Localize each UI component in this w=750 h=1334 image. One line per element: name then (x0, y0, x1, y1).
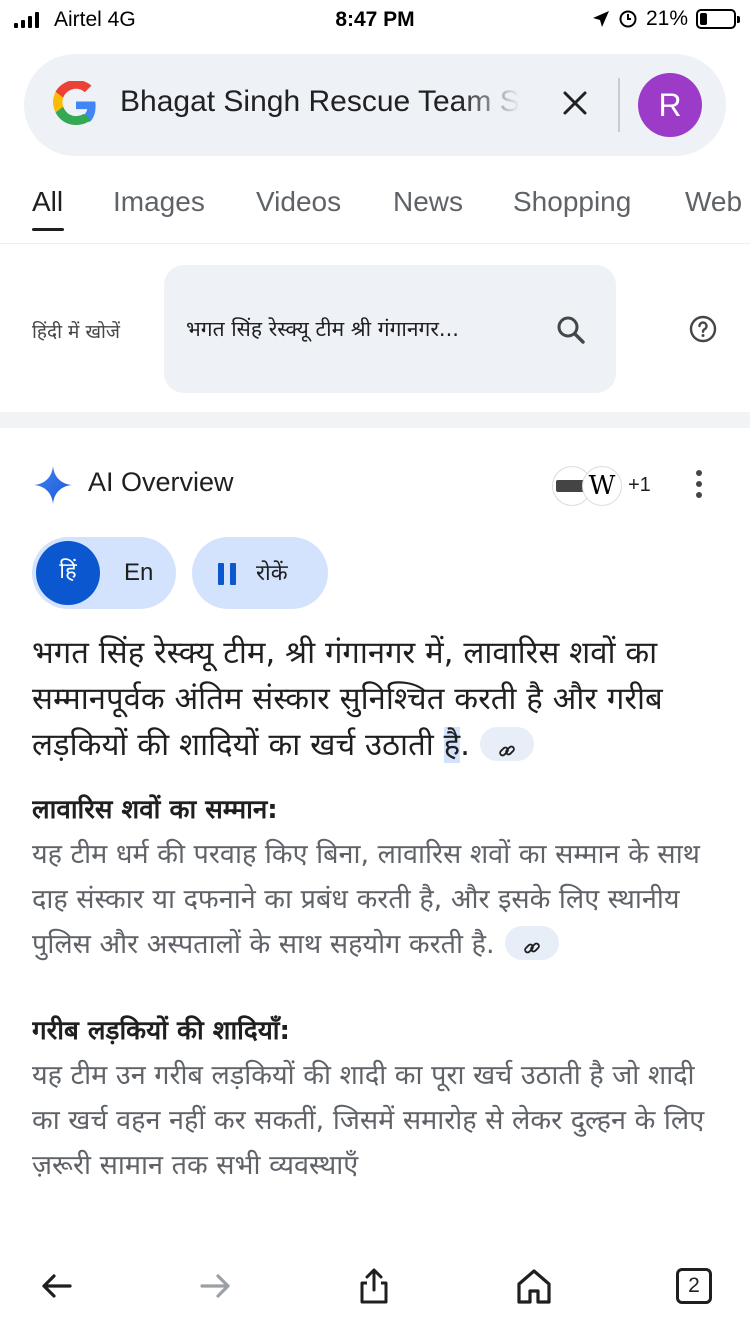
help-icon[interactable] (688, 314, 718, 344)
hindi-search-box[interactable]: भगत सिंह रेस्क्यू टीम श्री गंगानगर... (164, 265, 616, 393)
language-toggle[interactable]: हिं En (32, 537, 176, 609)
section-body: यह टीम उन गरीब लड़कियों की शादी का पूरा … (32, 1060, 705, 1181)
section-divider (0, 412, 750, 428)
sparkle-icon (34, 466, 72, 504)
more-icon[interactable] (694, 470, 704, 500)
search-divider (618, 78, 620, 132)
more-sources-count[interactable]: +1 (628, 474, 651, 497)
home-icon[interactable] (514, 1266, 554, 1306)
search-icon[interactable] (554, 313, 588, 347)
pause-button[interactable]: रोकें (192, 537, 328, 609)
citation-link-button[interactable] (479, 726, 534, 761)
location-icon (592, 11, 609, 27)
tab-web[interactable]: Web (685, 186, 742, 218)
overview-intro-end: . (460, 727, 470, 763)
hindi-search-row: हिंदी में खोजें भगत सिंह रेस्क्यू टीम श्… (0, 262, 750, 402)
section-heading: गरीब लड़कियों की शादियाँ: (32, 1016, 290, 1046)
ai-overview-title: AI Overview (88, 467, 234, 497)
battery-percent: 21% (645, 7, 688, 30)
share-icon[interactable] (354, 1266, 394, 1306)
search-bar[interactable]: Bhagat Singh Rescue Team Shri Ganganagar… (24, 54, 726, 156)
status-indicators: 21% (592, 7, 740, 31)
tab-images[interactable]: Images (113, 186, 205, 218)
section-body-text: यह टीम धर्म की परवाह किए बिना, लावारिस श… (32, 839, 700, 960)
status-bar: Airtel 4G 8:47 PM 21% (0, 0, 750, 40)
hindi-search-label: हिंदी में खोजें (32, 321, 121, 343)
hindi-search-query[interactable]: भगत सिंह रेस्क्यू टीम श्री गंगानगर... (186, 315, 536, 343)
overview-intro: भगत सिंह रेस्क्यू टीम, श्री गंगानगर में,… (32, 630, 722, 768)
alarm-icon (619, 10, 637, 28)
section-body: यह टीम धर्म की परवाह किए बिना, लावारिस श… (32, 832, 722, 967)
search-tabs: All Images Videos News Shopping Web (0, 180, 750, 244)
overview-highlight: है (443, 727, 461, 763)
link-icon (499, 745, 515, 756)
clear-icon[interactable] (560, 88, 590, 118)
lang-english-button[interactable]: En (124, 559, 153, 587)
overview-intro-text: भगत सिंह रेस्क्यू टीम, श्री गंगानगर में,… (32, 635, 663, 763)
tab-switcher-button[interactable]: 2 (676, 1268, 712, 1304)
tab-shopping[interactable]: Shopping (513, 186, 631, 218)
wikipedia-icon[interactable]: W (582, 466, 622, 506)
pause-icon (218, 563, 236, 585)
account-avatar[interactable]: R (638, 73, 702, 137)
active-tab-indicator (32, 228, 64, 231)
ai-overview-header: AI Overview W +1 (0, 450, 750, 520)
lang-hindi-button[interactable]: हिं (36, 541, 100, 605)
google-logo (53, 81, 96, 125)
ai-overview-content: भगत सिंह रेस्क्यू टीम, श्री गंगानगर में,… (32, 630, 722, 1242)
tab-news[interactable]: News (393, 186, 463, 218)
forward-icon[interactable] (196, 1266, 236, 1306)
back-icon[interactable] (36, 1266, 76, 1306)
tab-videos[interactable]: Videos (256, 186, 341, 218)
pause-label: रोकें (256, 561, 288, 586)
battery-icon (696, 9, 740, 29)
tab-all[interactable]: All (32, 186, 63, 218)
citation-link-button[interactable] (504, 925, 559, 960)
bottom-toolbar: 2 (0, 1242, 750, 1334)
section-heading: लावारिस शवों का सम्मान: (32, 795, 278, 825)
link-icon (523, 942, 540, 953)
search-query[interactable]: Bhagat Singh Rescue Team Shri Ganganagar (120, 85, 520, 119)
